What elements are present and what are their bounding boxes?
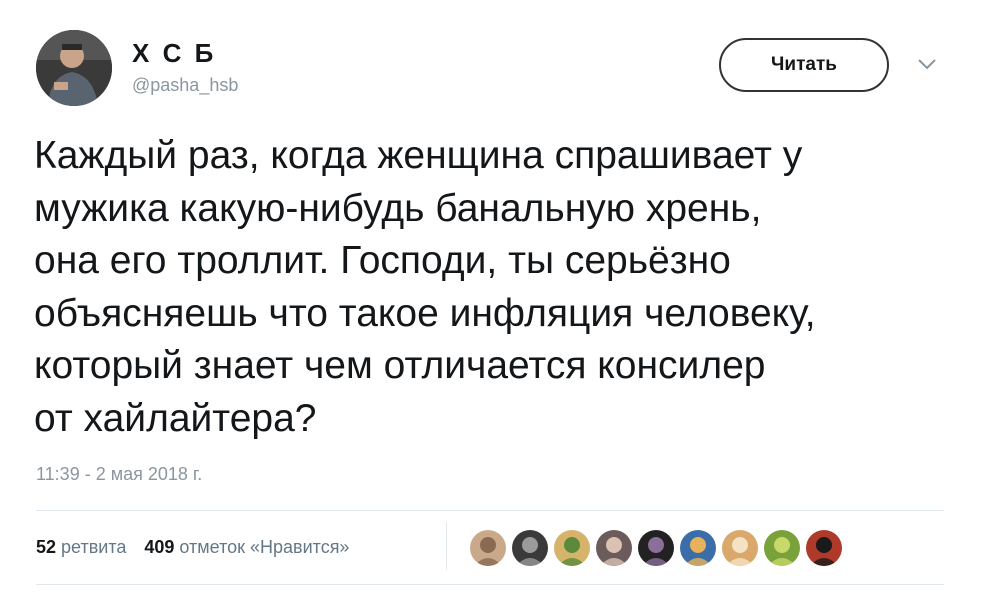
tweet-card: Х С Б @pasha_hsb Читать Каждый раз, когд… — [0, 0, 1000, 608]
divider — [36, 584, 944, 585]
follow-button[interactable]: Читать — [719, 38, 889, 92]
liker-avatar[interactable] — [512, 530, 548, 566]
author-handle[interactable]: @pasha_hsb — [132, 75, 238, 96]
likes-label[interactable]: отметок «Нравится» — [179, 537, 349, 558]
liker-avatar[interactable] — [638, 530, 674, 566]
liker-avatar[interactable] — [806, 530, 842, 566]
liker-avatar[interactable] — [470, 530, 506, 566]
tweet-stats: 52 ретвита 409 отметок «Нравится» — [36, 537, 349, 558]
author-name[interactable]: Х С Б — [132, 38, 216, 69]
liker-avatar[interactable] — [722, 530, 758, 566]
divider — [36, 510, 944, 511]
author-avatar[interactable] — [36, 30, 112, 106]
liker-avatar[interactable] — [680, 530, 716, 566]
liker-avatar[interactable] — [596, 530, 632, 566]
profile-photo — [36, 30, 112, 106]
stats-separator — [446, 522, 447, 570]
retweets-label[interactable]: ретвита — [61, 537, 126, 558]
liker-avatar[interactable] — [764, 530, 800, 566]
retweets-count[interactable]: 52 — [36, 537, 56, 558]
tweet-text: Каждый раз, когда женщина спрашивает у м… — [34, 134, 816, 440]
likes-count[interactable]: 409 — [144, 537, 174, 558]
liker-avatar[interactable] — [554, 530, 590, 566]
chevron-down-icon[interactable] — [916, 56, 938, 72]
liker-avatars — [470, 530, 848, 566]
tweet-timestamp[interactable]: 11:39 - 2 мая 2018 г. — [36, 464, 202, 485]
